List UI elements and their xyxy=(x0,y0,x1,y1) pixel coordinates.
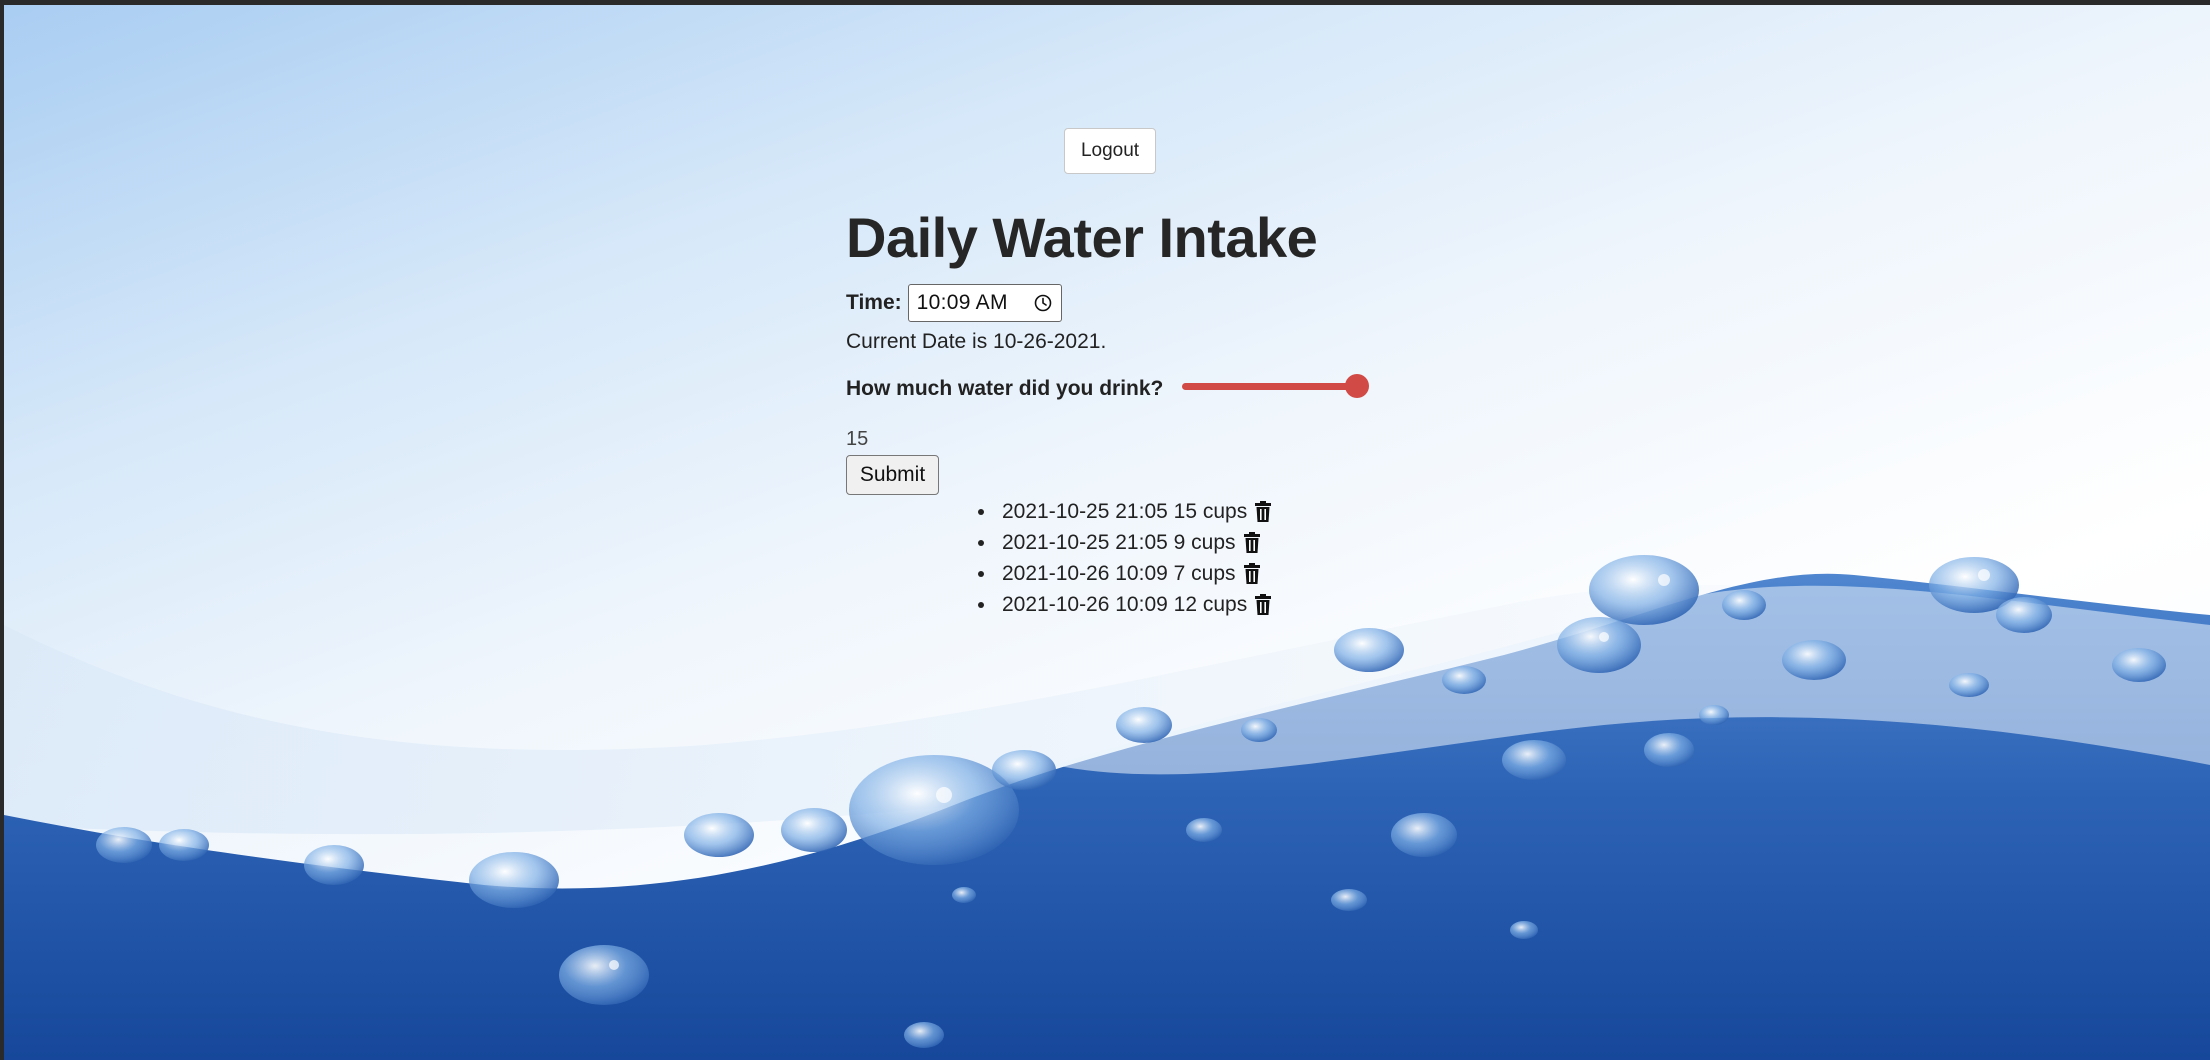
entry-text: 2021-10-25 21:05 15 cups xyxy=(1002,499,1248,523)
bullet-icon xyxy=(978,539,984,546)
current-date-text: Current Date is 10-26-2021. xyxy=(846,330,1107,353)
list-item: 2021-10-26 10:09 12 cups xyxy=(978,589,1273,620)
trash-icon[interactable] xyxy=(1253,593,1273,616)
time-label: Time: xyxy=(846,291,902,314)
bullet-icon xyxy=(978,601,984,608)
entry-text: 2021-10-26 10:09 7 cups xyxy=(1002,561,1236,585)
bullet-icon xyxy=(978,570,984,577)
water-question-label: How much water did you drink? xyxy=(846,377,1164,400)
logout-button[interactable]: Logout xyxy=(1064,128,1156,174)
clock-icon[interactable] xyxy=(1033,293,1053,313)
entry-text: 2021-10-25 21:05 9 cups xyxy=(1002,530,1236,554)
slider-track[interactable] xyxy=(1182,383,1359,390)
list-item: 2021-10-26 10:09 7 cups xyxy=(978,558,1273,589)
intake-entries-list: 2021-10-25 21:05 15 cups 2021-10-25 21:0… xyxy=(978,496,1273,620)
list-item: 2021-10-25 21:05 9 cups xyxy=(978,527,1273,558)
time-input[interactable]: 10:09 AM xyxy=(907,284,1062,322)
entry-text: 2021-10-26 10:09 12 cups xyxy=(1002,592,1248,616)
page-background: Logout Daily Water Intake Time: 10:09 AM… xyxy=(4,5,2210,1060)
list-item: 2021-10-25 21:05 15 cups xyxy=(978,496,1273,527)
trash-icon[interactable] xyxy=(1242,562,1262,585)
water-amount-slider[interactable] xyxy=(1180,373,1378,399)
submit-button[interactable]: Submit xyxy=(846,455,939,495)
time-row: Time: 10:09 AM xyxy=(846,283,1062,323)
trash-icon[interactable] xyxy=(1242,531,1262,554)
slider-thumb[interactable] xyxy=(1345,374,1369,398)
time-value: 10:09 AM xyxy=(916,291,1008,314)
bullet-icon xyxy=(978,508,984,515)
trash-icon[interactable] xyxy=(1253,500,1273,523)
slider-value-readout: 15 xyxy=(846,428,869,450)
page-title: Daily Water Intake xyxy=(846,206,1318,269)
